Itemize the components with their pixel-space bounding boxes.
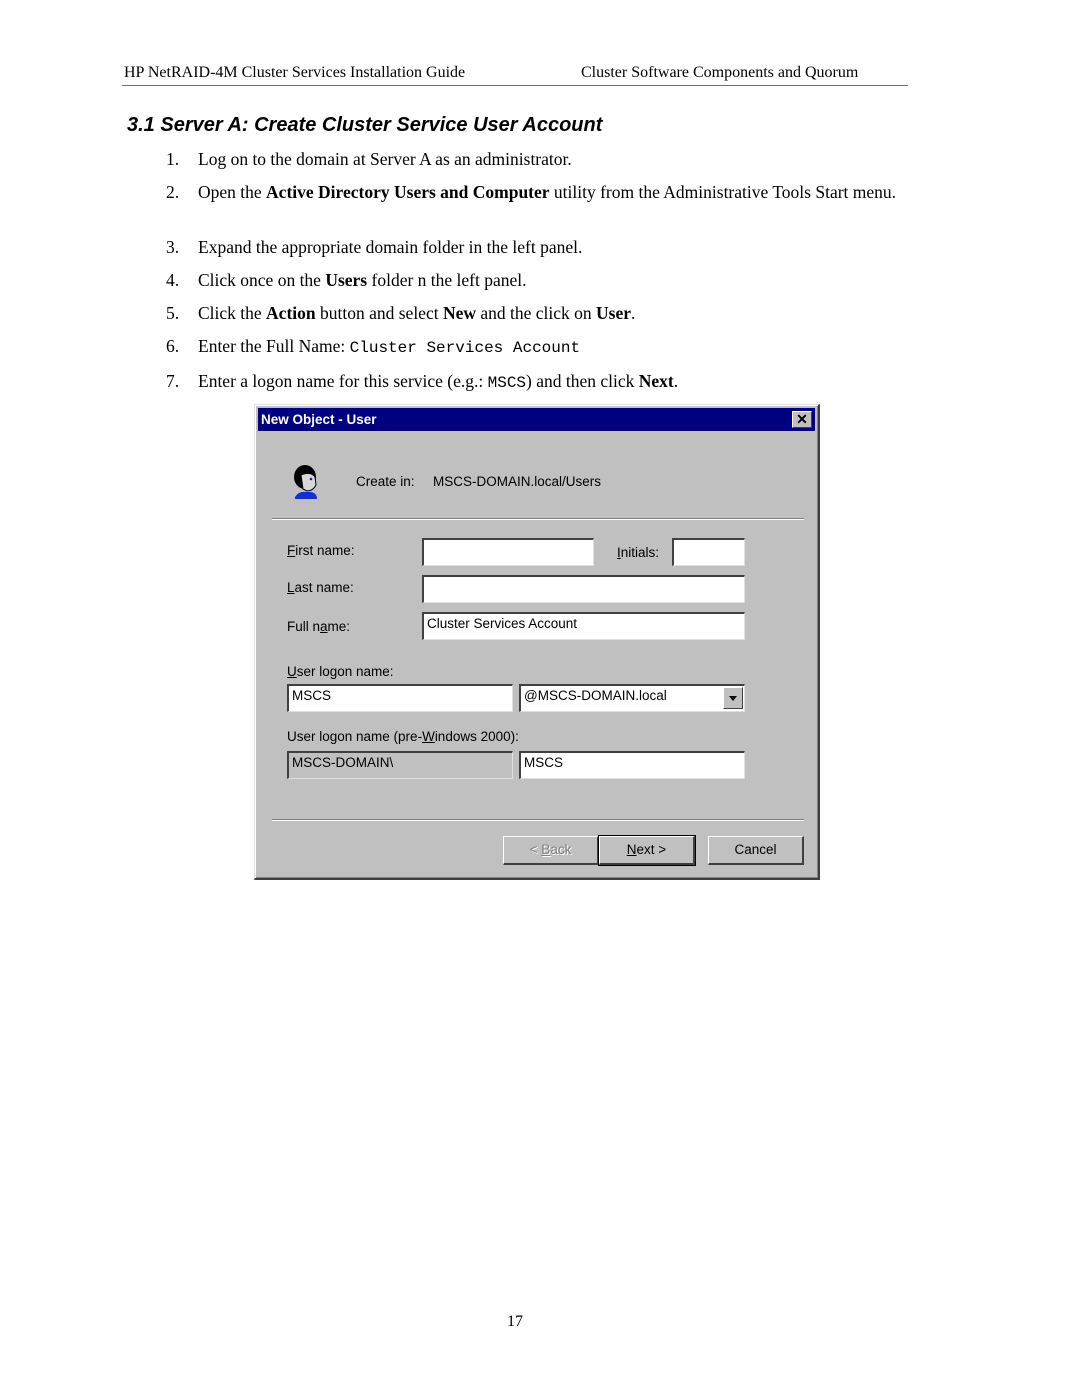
user-icon <box>294 465 317 499</box>
text-run: ) and then click <box>526 371 639 391</box>
text-run: Open the <box>198 182 267 202</box>
step-text: Enter a logon name for this service (e.g… <box>198 370 898 394</box>
initials-field[interactable] <box>672 538 745 566</box>
step-text: Expand the appropriate domain folder in … <box>198 236 898 258</box>
bold-term: Action <box>266 303 316 323</box>
full-name-field[interactable]: Cluster Services Account <box>422 612 745 640</box>
text-run: Enter the Full Name: <box>198 336 350 356</box>
text-run: Enter a logon name for this service (e.g… <box>198 371 488 391</box>
first-name-label: First name: <box>287 543 355 558</box>
text-run: folder n the left panel. <box>367 270 527 290</box>
last-name-label: Last name: <box>287 580 354 595</box>
text-run: Expand the appropriate domain folder in … <box>198 237 583 257</box>
step-number: 2. <box>166 182 180 202</box>
section-title: 3.1 Server A: Create Cluster Service Use… <box>127 114 603 136</box>
upn-suffix-value: @MSCS-DOMAIN.local <box>524 688 667 703</box>
separator-bottom <box>272 819 804 821</box>
new-object-user-dialog: New Object - User ✕ Create in: MSCS-DOMA… <box>254 404 820 880</box>
text-run: button and select <box>315 303 443 323</box>
step-text: Open the Active Directory Users and Comp… <box>198 181 898 203</box>
close-button[interactable]: ✕ <box>792 411 812 428</box>
full-name-label: Full name: <box>287 619 351 634</box>
text-run: Click once on the <box>198 270 326 290</box>
step-number: 4. <box>166 270 180 290</box>
user-logon-name-label: User logon name: <box>287 664 394 679</box>
dialog-titlebar[interactable]: New Object - User ✕ <box>258 408 815 431</box>
page-number: 17 <box>507 1313 523 1330</box>
text-run: Log on to the domain at Server A as an a… <box>198 149 572 169</box>
pre-2000-logon-name-field[interactable]: MSCS <box>519 751 745 779</box>
text-run: Click the <box>198 303 267 323</box>
step-number: 1. <box>166 149 180 169</box>
bold-term: User <box>596 303 632 323</box>
text-run: . <box>673 371 679 391</box>
step-number: 3. <box>166 237 180 257</box>
page-header: HP NetRAID-4M Cluster Services Installat… <box>122 63 908 86</box>
create-in-value: MSCS-DOMAIN.local/Users <box>433 474 602 489</box>
text-run: . <box>631 303 636 323</box>
first-name-field[interactable] <box>422 538 594 566</box>
step-number: 6. <box>166 336 180 356</box>
code-text: MSCS <box>487 374 527 392</box>
step-text: Enter the Full Name: Cluster Services Ac… <box>198 335 898 359</box>
upn-suffix-dropdown[interactable]: @MSCS-DOMAIN.local <box>519 684 745 712</box>
step-number: 7. <box>166 371 180 391</box>
pre-windows-2000-label: User logon name (pre-Windows 2000): <box>287 729 519 744</box>
header-left-title: HP NetRAID-4M Cluster Services Installat… <box>124 64 466 81</box>
pre-2000-domain-field: MSCS-DOMAIN\ <box>287 751 513 779</box>
chevron-down-icon[interactable] <box>723 687 743 709</box>
user-logon-name-field[interactable]: MSCS <box>287 684 513 712</box>
step-text: Click once on the Users folder n the lef… <box>198 269 898 291</box>
create-in-label: Create in: <box>356 474 415 489</box>
back-button[interactable]: < Back <box>503 836 599 865</box>
code-text: Cluster Services Account <box>349 339 581 357</box>
close-icon: ✕ <box>796 411 808 427</box>
dialog-title: New Object - User <box>261 412 377 427</box>
cancel-button[interactable]: Cancel <box>708 836 804 865</box>
bold-term: Active Directory Users and Computer <box>266 182 550 202</box>
separator-top <box>272 518 804 520</box>
last-name-field[interactable] <box>422 575 745 603</box>
bold-term: Next <box>638 371 674 391</box>
bold-term: Users <box>325 270 368 290</box>
bold-term: New <box>442 303 476 323</box>
step-number: 5. <box>166 303 180 323</box>
initials-label: Initials: <box>617 545 660 560</box>
header-right-title: Cluster Software Components and Quorum <box>581 64 859 81</box>
step-text: Click the Action button and select New a… <box>198 302 898 324</box>
text-run: utility from the Administrative Tools St… <box>549 182 897 202</box>
step-text: Log on to the domain at Server A as an a… <box>198 148 898 170</box>
text-run: and the click on <box>476 303 597 323</box>
next-button[interactable]: Next > <box>598 835 696 866</box>
